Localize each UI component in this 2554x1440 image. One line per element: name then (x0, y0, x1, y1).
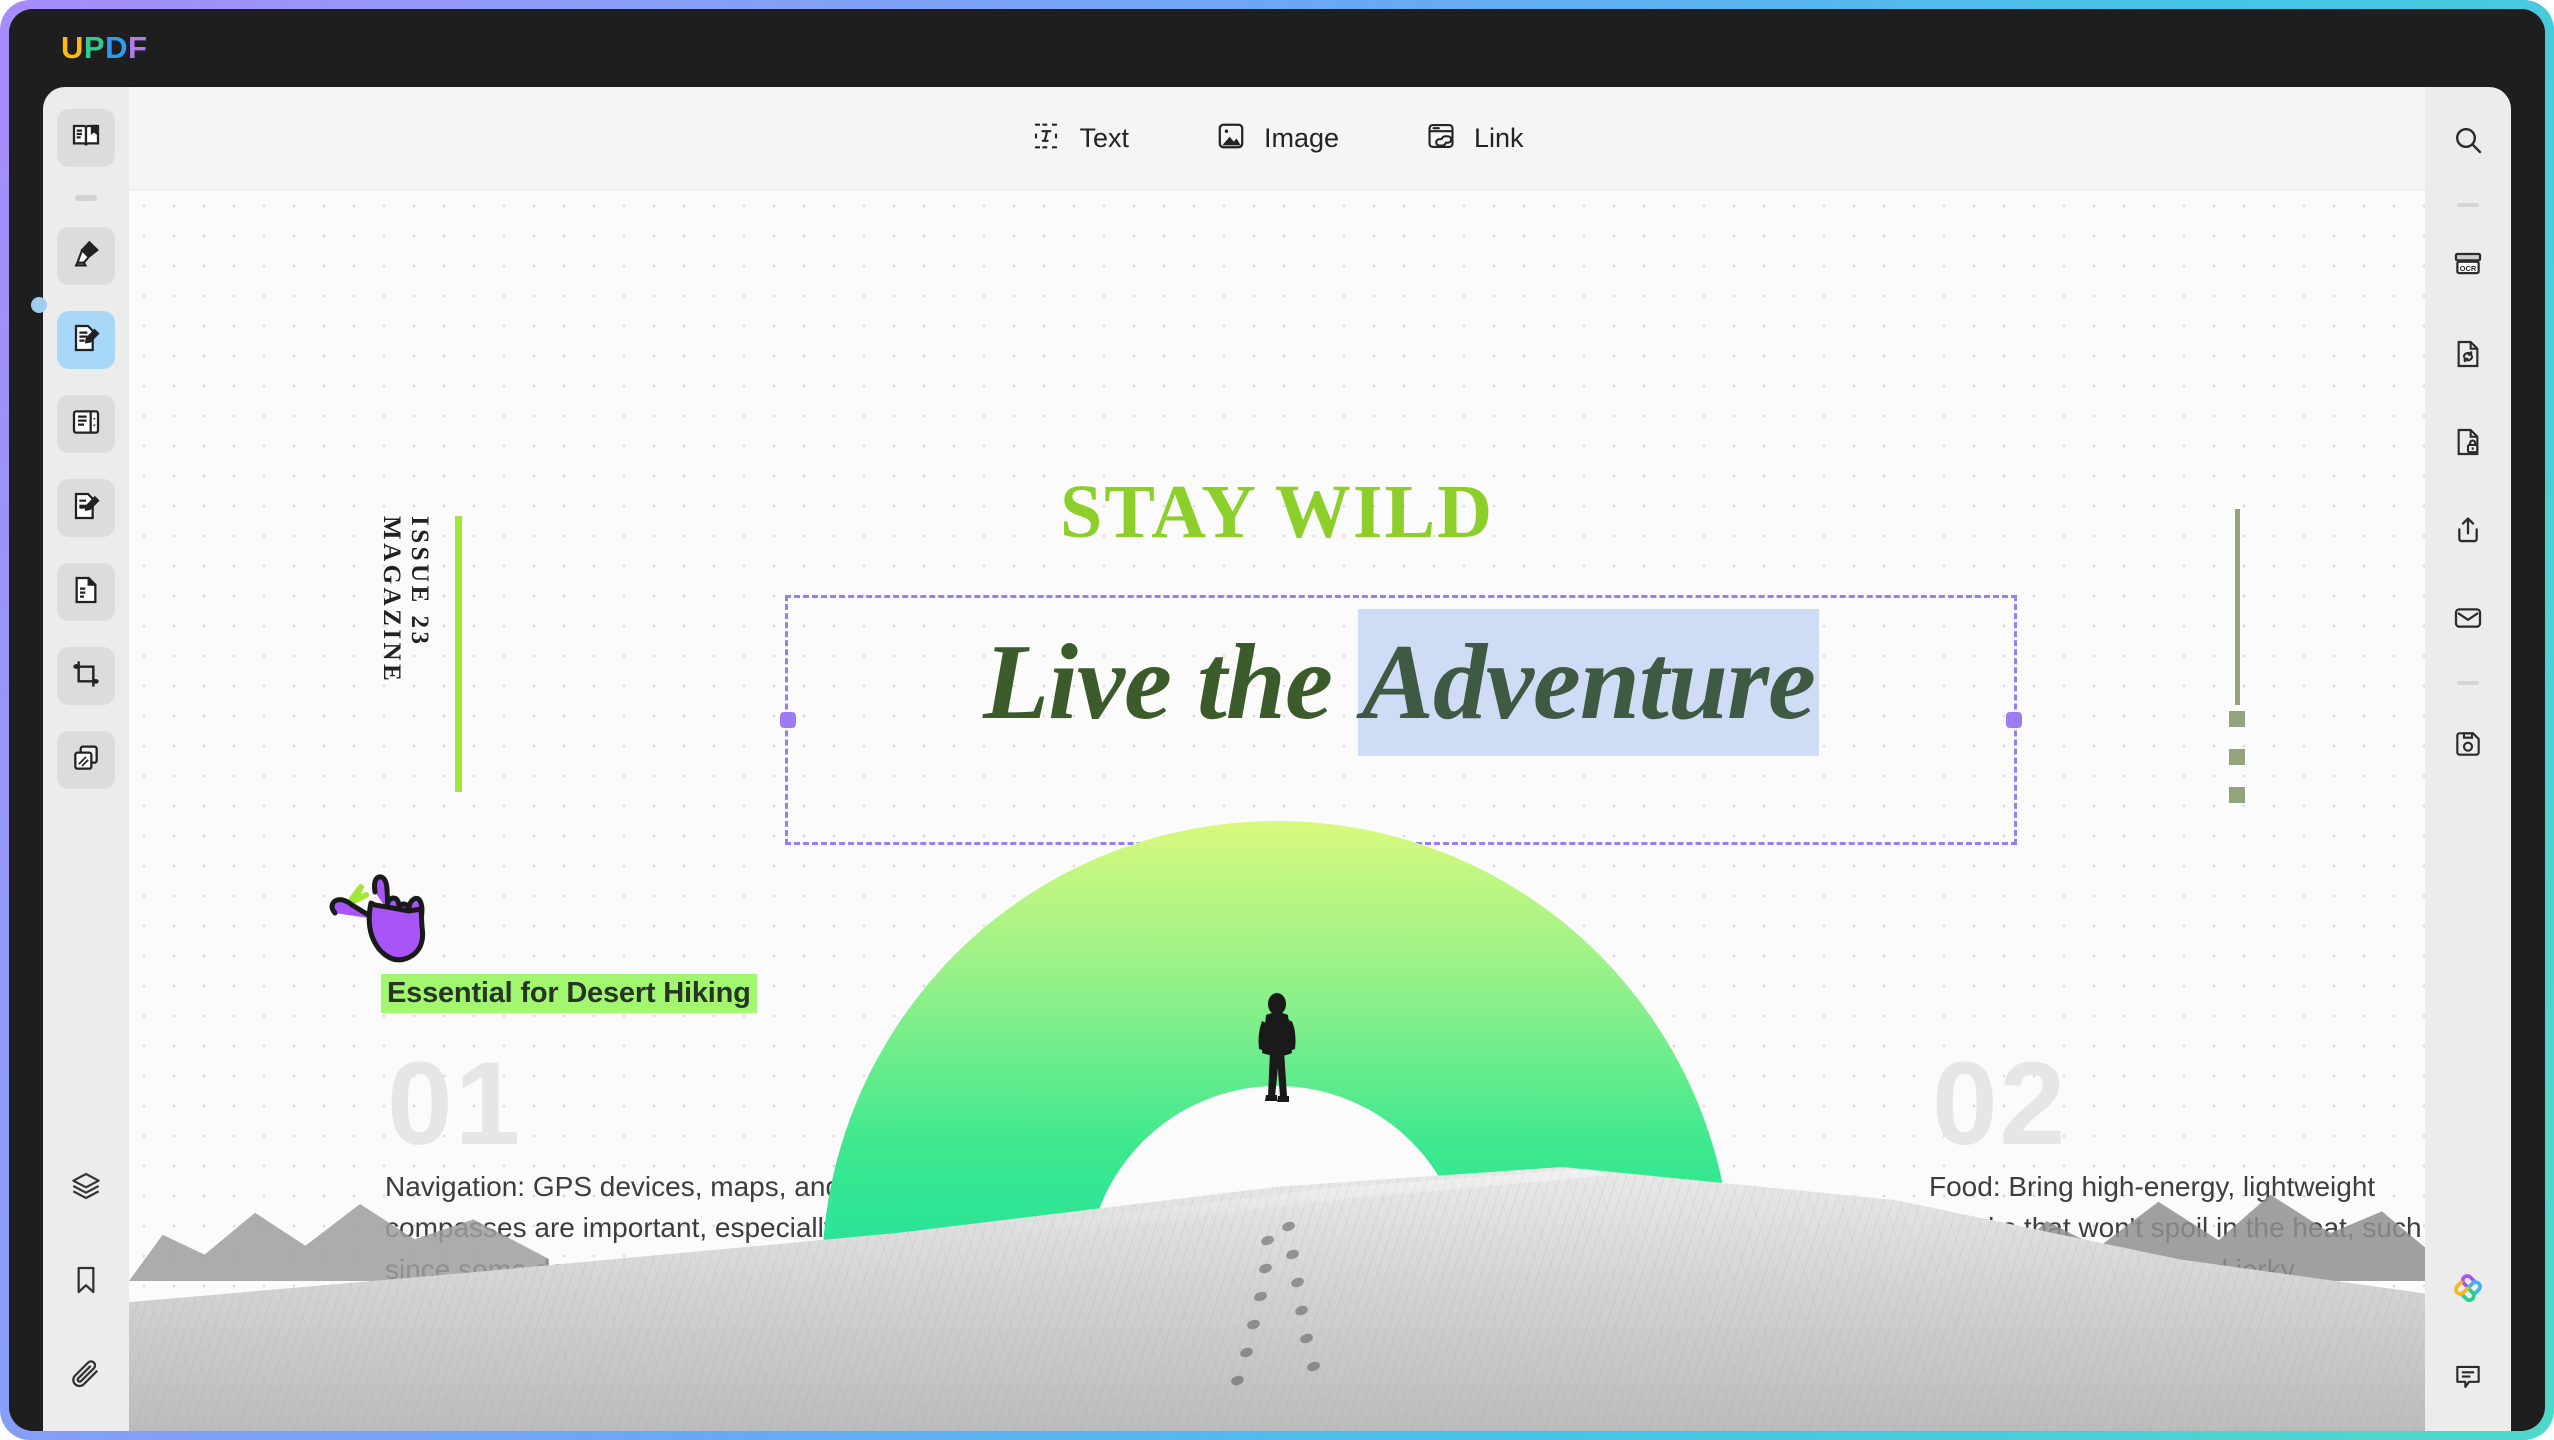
tool-text[interactable]: Text (1030, 120, 1129, 157)
tool-link[interactable]: Link (1425, 120, 1524, 157)
issue-accent-bar (455, 516, 462, 792)
comments-button[interactable] (2441, 1351, 2495, 1405)
email-button[interactable] (2441, 593, 2495, 647)
logo-letter-f: F (127, 30, 148, 65)
kicker-heading[interactable]: STAY WILD (129, 469, 2425, 556)
ocr-button[interactable]: OCR (2441, 241, 2495, 295)
ocr-icon: OCR (2451, 249, 2485, 288)
document-lock-icon (2452, 426, 2484, 463)
pdf-page[interactable]: ISSUE 23 MAGAZINE STAY WILD Live the Adv… (129, 191, 2425, 1431)
tool-text-label: Text (1079, 122, 1129, 153)
sidebar-item-reader-mode[interactable] (57, 109, 115, 167)
decorative-line (2235, 509, 2240, 705)
footprints (129, 1101, 2425, 1431)
page-fold-icon (70, 574, 102, 611)
sidebar-item-layers[interactable] (57, 1159, 115, 1217)
comment-bubble-icon (2452, 1360, 2484, 1397)
left-toolbar (43, 87, 129, 1431)
bookmark-icon (70, 1264, 102, 1301)
document-stage: Text Image Link ISSUE 23 MAGAZINE STAY W… (129, 87, 2425, 1431)
right-rail-separator (2457, 203, 2479, 207)
sidebar-item-page-layout[interactable] (57, 395, 115, 453)
issue-label-group: ISSUE 23 MAGAZINE (377, 516, 462, 792)
floppy-save-icon (2452, 728, 2484, 765)
crop-icon (70, 658, 102, 695)
link-icon (1425, 120, 1457, 157)
headline-plain-part: Live the (983, 623, 1358, 742)
convert-button[interactable] (2441, 329, 2495, 383)
sidebar-item-compare[interactable] (57, 731, 115, 789)
right-toolbar-bottom (2441, 1263, 2495, 1431)
logo-letter-p: P (83, 30, 106, 65)
book-reader-icon (70, 120, 102, 157)
ai-flower-icon (2451, 1271, 2485, 1310)
protect-button[interactable] (2441, 417, 2495, 471)
decorative-square-1 (2229, 711, 2245, 727)
tool-image[interactable]: Image (1215, 120, 1339, 157)
search-icon (2452, 124, 2484, 161)
rail-separator (75, 195, 97, 201)
headline-selected-part[interactable]: Adventure (1357, 609, 1819, 756)
sidebar-item-annotate[interactable] (57, 227, 115, 285)
svg-text:OCR: OCR (2460, 263, 2477, 272)
compare-pages-icon (70, 742, 102, 779)
title-bar: UPDF (9, 9, 2545, 87)
sidebar-item-edit-pdf[interactable] (57, 311, 115, 369)
highlighter-icon (70, 238, 102, 275)
sidebar-item-bookmarks[interactable] (57, 1253, 115, 1311)
sidebar-item-attachments[interactable] (57, 1347, 115, 1405)
decorative-square-2 (2229, 749, 2245, 765)
edit-mode-toolbar: Text Image Link (129, 87, 2425, 190)
tool-image-label: Image (1263, 122, 1340, 153)
layers-icon (70, 1170, 102, 1207)
image-icon (1215, 120, 1247, 157)
search-button[interactable] (2441, 115, 2495, 169)
ai-assistant-button[interactable] (2441, 1263, 2495, 1317)
sidebar-resize-handle[interactable] (31, 297, 47, 313)
issue-label: ISSUE 23 MAGAZINE (378, 516, 433, 685)
share-upload-icon (2452, 514, 2484, 551)
mail-icon (2452, 602, 2484, 639)
sidebar-item-crop-page[interactable] (57, 647, 115, 705)
edit-document-icon (70, 322, 102, 359)
logo-letter-u: U (61, 30, 84, 65)
window-frame: UPDF OCR Text Image Link ISSUE 23 MAGAZI… (0, 0, 2554, 1440)
text-box-icon (1030, 120, 1062, 157)
convert-document-icon (2452, 338, 2484, 375)
updf-logo[interactable]: UPDF (61, 30, 147, 66)
share-button[interactable] (2441, 505, 2495, 559)
hero-photo (129, 811, 2425, 1431)
right-rail-separator-2 (2457, 681, 2479, 685)
logo-letter-d: D (105, 30, 128, 65)
tool-link-label: Link (1474, 122, 1524, 153)
sidebar-item-organize-pages[interactable] (57, 563, 115, 621)
save-button[interactable] (2441, 719, 2495, 773)
right-toolbar: OCR (2425, 87, 2511, 1431)
left-toolbar-bottom (57, 1159, 115, 1431)
hiker-silhouette (1249, 991, 1305, 1131)
decorative-square-3 (2229, 787, 2245, 803)
form-edit-icon (70, 490, 102, 527)
main-headline[interactable]: Live the Adventure (785, 609, 2017, 756)
sidebar-item-fill-sign[interactable] (57, 479, 115, 537)
app-window: UPDF OCR Text Image Link ISSUE 23 MAGAZI… (9, 9, 2545, 1431)
document-panel-icon (70, 406, 102, 443)
paperclip-icon (70, 1358, 102, 1395)
